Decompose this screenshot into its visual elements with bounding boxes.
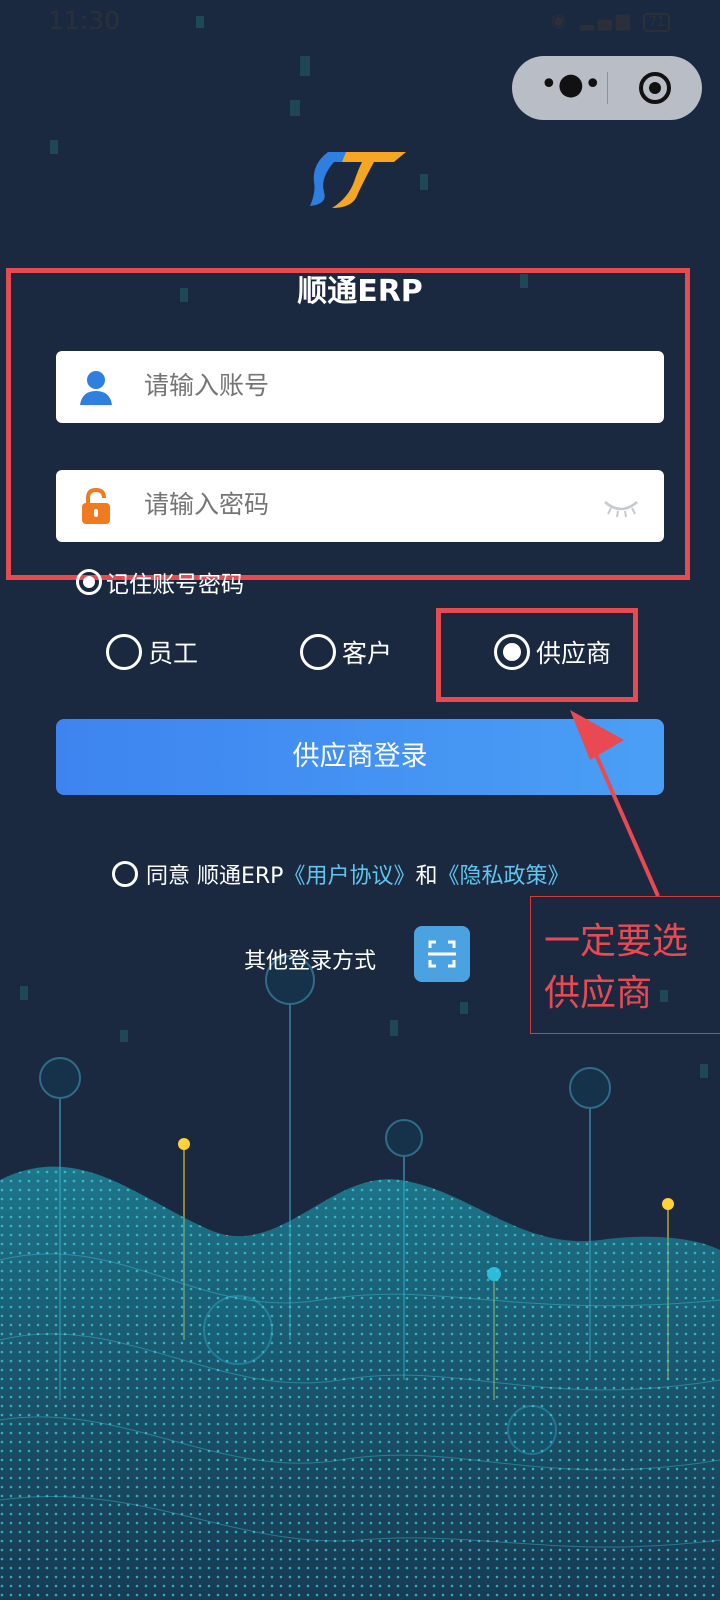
scan-login-button[interactable] — [414, 926, 470, 982]
password-field[interactable] — [56, 470, 664, 542]
privacy-policy-link[interactable]: 《隐私政策》 — [437, 858, 569, 890]
highlight-box-supplier — [436, 608, 638, 702]
remember-password[interactable]: 记住账号密码 — [76, 565, 244, 599]
agreement-and: 和 — [415, 864, 438, 889]
agreement-row: 同意 顺通ERP 《用户协议》 和 《隐私政策》 — [112, 858, 570, 890]
status-bar: 11:30 ◉ ▂▄▆ 71 — [0, 0, 720, 44]
password-input[interactable] — [144, 490, 564, 519]
eye-closed-icon[interactable] — [602, 492, 640, 522]
account-input[interactable] — [144, 371, 564, 400]
status-time: 11:30 — [48, 6, 121, 35]
agreement-prefix: 同意 顺通ERP — [146, 864, 284, 889]
remember-label: 记住账号密码 — [106, 572, 244, 598]
lock-icon — [82, 487, 110, 524]
role-option-staff[interactable]: 员工 — [106, 634, 198, 670]
user-agreement-link[interactable]: 《用户协议》 — [283, 858, 415, 890]
annotation-note: 一定要选供应商 — [544, 921, 689, 1014]
remember-radio[interactable] — [76, 569, 102, 595]
mini-program-capsule: •●• — [512, 56, 702, 120]
eye-icon: ◉ — [550, 10, 571, 31]
role-radio-customer[interactable] — [300, 634, 336, 670]
other-login-label: 其他登录方式 — [244, 949, 377, 974]
capsule-divider — [607, 72, 608, 104]
battery-icon: 71 — [643, 13, 670, 32]
close-target-icon[interactable] — [637, 70, 673, 106]
role-label-customer: 客户 — [342, 639, 393, 668]
annotation-arrow — [570, 710, 660, 897]
agreement-radio[interactable] — [112, 861, 138, 887]
role-radio-staff[interactable] — [106, 634, 142, 670]
role-label-staff: 员工 — [148, 639, 199, 668]
signal-icon: ▂▄▆ — [580, 10, 634, 31]
role-option-customer[interactable]: 客户 — [300, 634, 392, 670]
status-icons: ◉ ▂▄▆ 71 — [550, 10, 670, 32]
app-logo — [310, 152, 406, 208]
account-field[interactable] — [56, 351, 664, 423]
scan-icon — [428, 940, 456, 968]
more-menu-icon[interactable]: •●• — [540, 70, 602, 106]
user-icon — [80, 371, 112, 405]
